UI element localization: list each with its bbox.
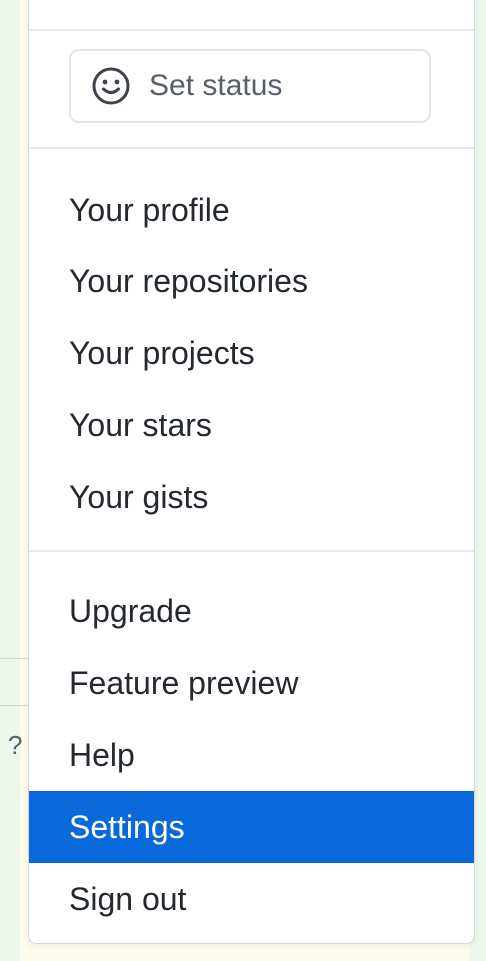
menu-divider xyxy=(29,147,474,149)
menu-item-your-profile[interactable]: Your profile xyxy=(29,174,474,246)
menu-divider xyxy=(29,550,474,552)
user-dropdown-menu: Set status Your profile Your repositorie… xyxy=(28,0,475,944)
background-panel-left xyxy=(0,0,20,961)
menu-item-your-gists[interactable]: Your gists xyxy=(29,461,474,533)
set-status-button[interactable]: Set status xyxy=(69,49,431,123)
menu-item-your-repositories[interactable]: Your repositories xyxy=(29,245,474,317)
menu-item-help[interactable]: Help xyxy=(29,719,474,791)
menu-item-settings[interactable]: Settings xyxy=(29,791,474,863)
set-status-label: Set status xyxy=(149,69,283,102)
background-divider xyxy=(0,658,28,659)
menu-item-feature-preview[interactable]: Feature preview xyxy=(29,647,474,719)
menu-divider xyxy=(29,29,474,31)
smiley-icon xyxy=(91,66,131,106)
background-divider xyxy=(0,705,28,706)
background-partial-glyph: ? xyxy=(8,730,23,760)
menu-item-your-stars[interactable]: Your stars xyxy=(29,389,474,461)
menu-item-sign-out[interactable]: Sign out xyxy=(29,863,474,935)
menu-item-your-projects[interactable]: Your projects xyxy=(29,317,474,389)
menu-item-upgrade[interactable]: Upgrade xyxy=(29,575,474,647)
